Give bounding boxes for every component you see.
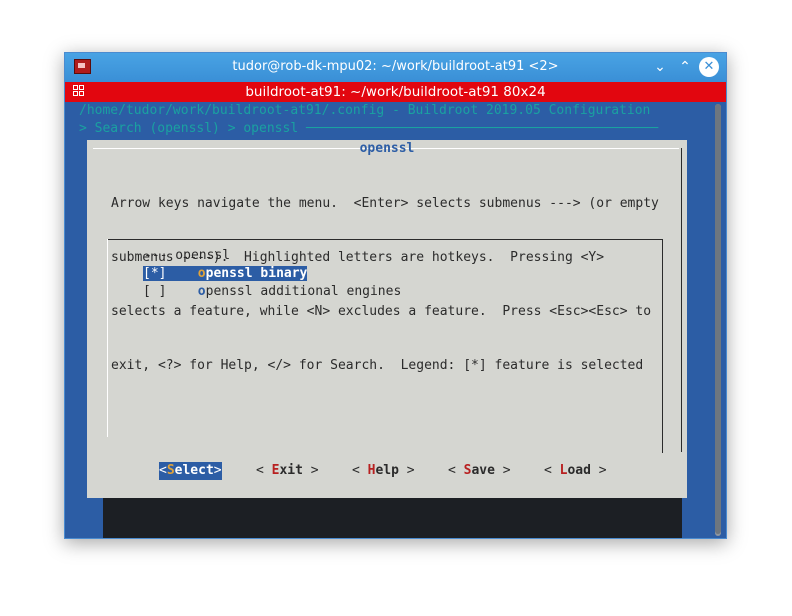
terminal-area[interactable]: /home/tudor/work/buildroot-at91/.config …: [65, 102, 726, 538]
hotkey-letter: o: [197, 284, 206, 299]
help-line: Arrow keys navigate the menu. <Enter> se…: [111, 196, 659, 211]
hotkey-letter: o: [197, 266, 206, 281]
menu-list: --- openssl [*] openssl binary [ ] opens…: [107, 239, 663, 453]
menu-border-top: [107, 239, 662, 240]
menu-header: --- openssl: [144, 248, 231, 263]
session-tab-bar[interactable]: buildroot-at91: ~/work/buildroot-at91 80…: [65, 82, 726, 102]
load-button[interactable]: < Load >: [544, 462, 607, 480]
menu-border-left: [107, 239, 108, 437]
menu-item-openssl-binary[interactable]: [*] openssl binary: [143, 265, 308, 283]
menu-item-label: penssl binary: [205, 266, 308, 281]
checkbox[interactable]: [*]: [143, 266, 166, 281]
window-title: tudor@rob-dk-mpu02: ~/work/buildroot-at9…: [232, 59, 559, 74]
select-button[interactable]: <Select>: [159, 462, 222, 480]
dialog-title: openssl: [359, 141, 415, 156]
help-button[interactable]: < Help >: [352, 462, 415, 480]
tab-title: buildroot-at91: ~/work/buildroot-at91 80…: [245, 84, 546, 100]
menuconfig-dialog: openssl Arrow keys navigate the menu. <E…: [87, 140, 687, 498]
checkbox[interactable]: [ ]: [143, 284, 166, 299]
menu-item-label: penssl additional engines: [205, 284, 402, 299]
menu-item-openssl-engines[interactable]: [ ] openssl additional engines: [143, 283, 401, 301]
config-path-line: /home/tudor/work/buildroot-at91/.config …: [79, 103, 651, 118]
minimize-icon[interactable]: ⌄: [650, 57, 670, 77]
terminal-window: tudor@rob-dk-mpu02: ~/work/buildroot-at9…: [64, 52, 727, 539]
breadcrumb: > Search (openssl) > openssl ───────────…: [79, 121, 659, 136]
scrollbar-handle[interactable]: [715, 104, 721, 534]
maximize-icon[interactable]: ⌃: [675, 57, 695, 77]
menu-border-right: [662, 239, 663, 453]
dialog-border-right: [681, 148, 682, 452]
close-icon[interactable]: ✕: [699, 57, 719, 77]
exit-button[interactable]: < Exit >: [256, 462, 319, 480]
save-button[interactable]: < Save >: [448, 462, 511, 480]
window-titlebar[interactable]: tudor@rob-dk-mpu02: ~/work/buildroot-at9…: [65, 53, 726, 82]
